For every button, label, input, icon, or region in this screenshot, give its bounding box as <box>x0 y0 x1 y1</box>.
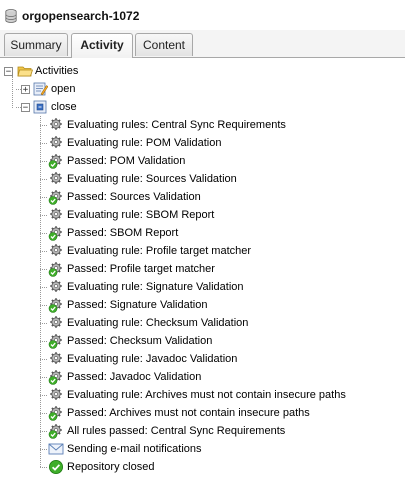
tree-node-label: open <box>51 83 76 95</box>
gear-check-icon <box>48 405 63 421</box>
tab-activity[interactable]: Activity <box>71 33 133 58</box>
activity-event-label: Passed: Checksum Validation <box>67 335 213 347</box>
activity-event-label: All rules passed: Central Sync Requireme… <box>67 425 286 437</box>
gear-check-icon <box>48 189 63 205</box>
tree-connector <box>40 395 47 396</box>
window-header: orgopensearch-1072 <box>0 0 405 30</box>
gear-icon <box>49 387 63 401</box>
tree-connector <box>40 251 47 252</box>
tab-bar: Summary Activity Content <box>0 30 405 58</box>
gear-icon <box>49 243 63 257</box>
tree-connector <box>40 179 47 180</box>
activity-event-label: Passed: SBOM Report <box>67 227 179 239</box>
tree-connector <box>40 143 47 144</box>
gear-check-icon <box>48 261 63 277</box>
tree-connector <box>40 305 47 306</box>
gear-check-icon <box>48 369 63 385</box>
gear-icon <box>49 315 63 329</box>
tree-node-label: close <box>51 101 77 113</box>
activity-event-label: Evaluating rule: POM Validation <box>67 137 222 149</box>
activity-event-label: Evaluating rule: Profile target matcher <box>67 245 252 257</box>
tree-connector <box>40 116 41 467</box>
tab-summary[interactable]: Summary <box>4 33 68 56</box>
tree-connector <box>40 467 47 468</box>
gear-check-icon <box>48 297 63 313</box>
page-title: orgopensearch-1072 <box>22 9 140 23</box>
gear-icon <box>49 279 63 293</box>
close-stage-icon <box>33 100 47 114</box>
tree-connector <box>40 287 47 288</box>
gear-check-icon <box>48 225 63 241</box>
tree-connector <box>40 125 47 126</box>
collapse-toggle[interactable]: − <box>21 103 30 113</box>
activity-event-label: Evaluating rule: Checksum Validation <box>67 317 249 329</box>
activity-event-label: Evaluating rule: Javadoc Validation <box>67 353 238 365</box>
gear-icon <box>49 117 63 131</box>
tree-connector <box>12 76 13 108</box>
activity-event-label: Passed: Javadoc Validation <box>67 371 202 383</box>
gear-check-icon <box>48 153 63 169</box>
activity-event-label: Evaluating rule: Signature Validation <box>67 281 244 293</box>
gear-icon <box>49 351 63 365</box>
envelope-icon <box>48 443 64 455</box>
tree-connector <box>40 197 47 198</box>
activity-event-label: Passed: Profile target matcher <box>67 263 215 275</box>
activity-event-label: Passed: Signature Validation <box>67 299 208 311</box>
tree-connector <box>40 431 47 432</box>
tree-connector <box>40 161 47 162</box>
gear-icon <box>49 171 63 185</box>
activity-tree: − Activities + open − close Evaluating r… <box>0 58 405 478</box>
tree-connector <box>40 341 47 342</box>
gear-icon <box>49 135 63 149</box>
activity-event-label: Passed: Sources Validation <box>67 191 201 203</box>
activity-event-label: Repository closed <box>67 461 155 473</box>
tree-connector <box>40 269 47 270</box>
activity-event-label: Passed: Archives must not contain insecu… <box>67 407 310 419</box>
activity-event-label: Sending e-mail notifications <box>67 443 202 455</box>
activity-event-label: Evaluating rule: Sources Validation <box>67 173 237 185</box>
tree-connector <box>40 215 47 216</box>
activity-event-label: Evaluating rules: Central Sync Requireme… <box>67 119 286 131</box>
collapse-toggle[interactable]: − <box>4 67 13 77</box>
activity-event-label: Evaluating rule: SBOM Report <box>67 209 215 221</box>
green-check-icon <box>49 460 63 474</box>
activity-event-label: Passed: POM Validation <box>67 155 186 167</box>
tree-connector <box>40 413 47 414</box>
open-stage-icon <box>33 82 48 96</box>
tree-connector <box>40 233 47 234</box>
expand-toggle[interactable]: + <box>21 85 30 95</box>
gear-icon <box>49 207 63 221</box>
folder-open-icon <box>17 66 33 77</box>
tab-content[interactable]: Content <box>135 33 193 56</box>
repository-icon <box>5 9 17 23</box>
tree-connector <box>40 377 47 378</box>
gear-check-icon <box>48 423 63 439</box>
tree-connector <box>40 323 47 324</box>
activity-event-label: Evaluating rule: Archives must not conta… <box>67 389 346 401</box>
tree-connector <box>40 449 47 450</box>
gear-check-icon <box>48 333 63 349</box>
tree-node-label: Activities <box>35 65 79 77</box>
tree-connector <box>40 359 47 360</box>
